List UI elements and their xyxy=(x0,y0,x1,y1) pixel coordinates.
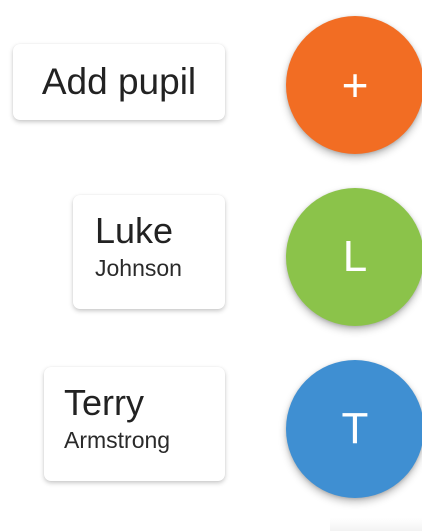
pupil-avatar-button-terry-armstrong[interactable]: T xyxy=(286,360,422,498)
pupil-last-name: Armstrong xyxy=(64,427,171,453)
add-pupil-label[interactable]: Add pupil xyxy=(13,44,225,120)
pupil-avatar-button-luke-johnson[interactable]: L xyxy=(286,188,422,326)
pupil-initial: L xyxy=(342,232,368,281)
pupil-label-terry-armstrong[interactable]: Terry Armstrong xyxy=(44,367,225,481)
add-pupil-label-text: Add pupil xyxy=(41,61,197,102)
pupil-first-name: Terry xyxy=(64,382,144,423)
next-item-shadow xyxy=(330,518,422,531)
plus-icon: + xyxy=(341,59,369,111)
pupil-label-luke-johnson[interactable]: Luke Johnson xyxy=(73,195,225,309)
add-pupil-button[interactable]: + xyxy=(286,16,422,154)
pupil-last-name: Johnson xyxy=(95,255,182,281)
pupil-first-name: Luke xyxy=(95,210,174,251)
pupil-initial: T xyxy=(341,404,369,453)
